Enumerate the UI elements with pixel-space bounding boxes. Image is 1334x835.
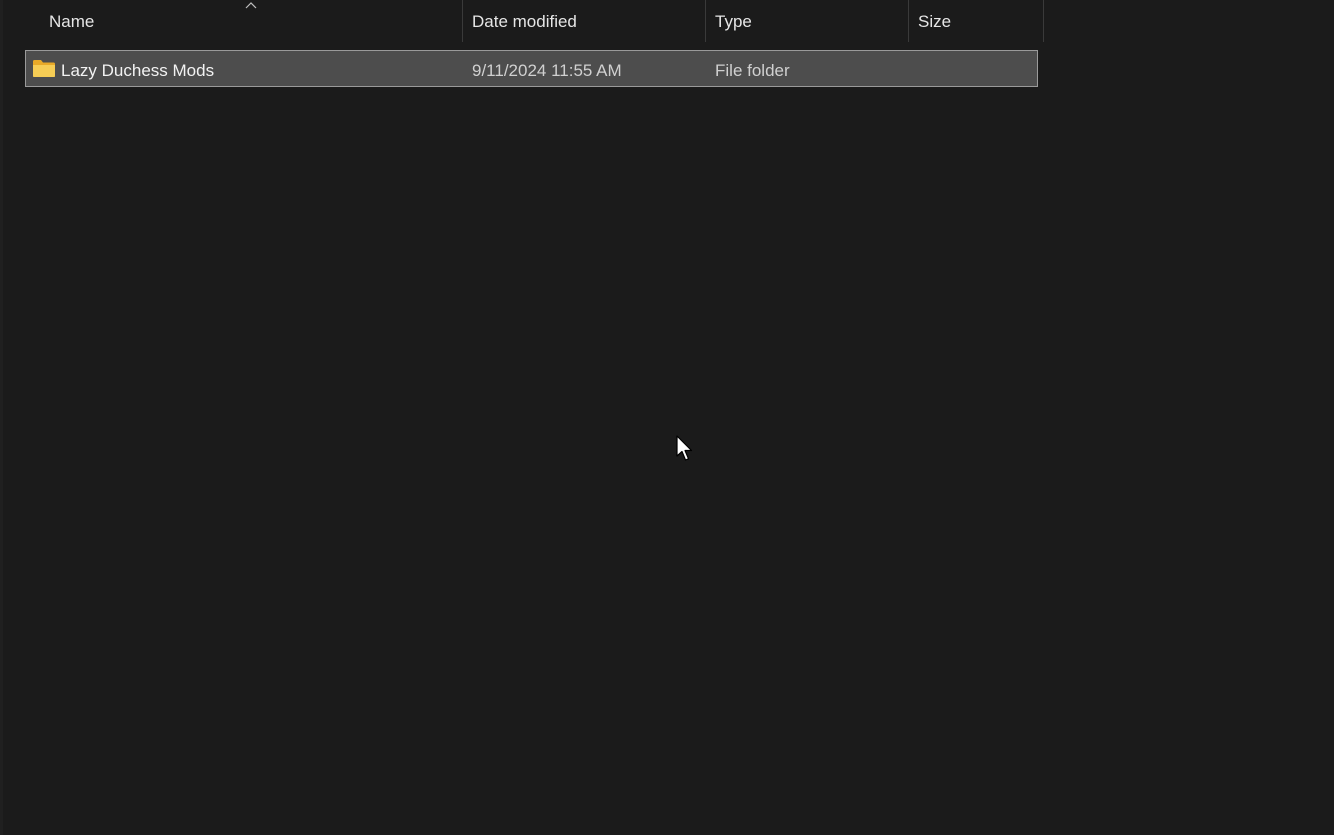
column-header-size[interactable]: Size: [909, 0, 1043, 42]
file-list-row[interactable]: Lazy Duchess Mods 9/11/2024 11:55 AM Fil…: [25, 50, 1038, 87]
column-header-name-label: Name: [49, 12, 95, 31]
file-name: Lazy Duchess Mods: [61, 61, 215, 80]
mouse-pointer-icon: [676, 435, 693, 461]
column-header-size-label: Size: [918, 12, 952, 31]
column-header-bar: Name Date modified Type Size: [0, 0, 1334, 42]
folder-icon: [33, 60, 55, 77]
file-type: File folder: [715, 61, 790, 80]
column-header-date-modified[interactable]: Date modified: [463, 0, 705, 42]
file-date-modified: 9/11/2024 11:55 AM: [472, 61, 622, 80]
column-header-type[interactable]: Type: [706, 0, 908, 42]
column-header-type-label: Type: [715, 12, 752, 31]
window-left-edge: [0, 0, 3, 835]
sort-ascending-icon: [245, 2, 257, 9]
column-header-date-label: Date modified: [472, 12, 577, 31]
column-header-name[interactable]: Name: [0, 0, 462, 42]
column-divider[interactable]: [1043, 0, 1044, 42]
